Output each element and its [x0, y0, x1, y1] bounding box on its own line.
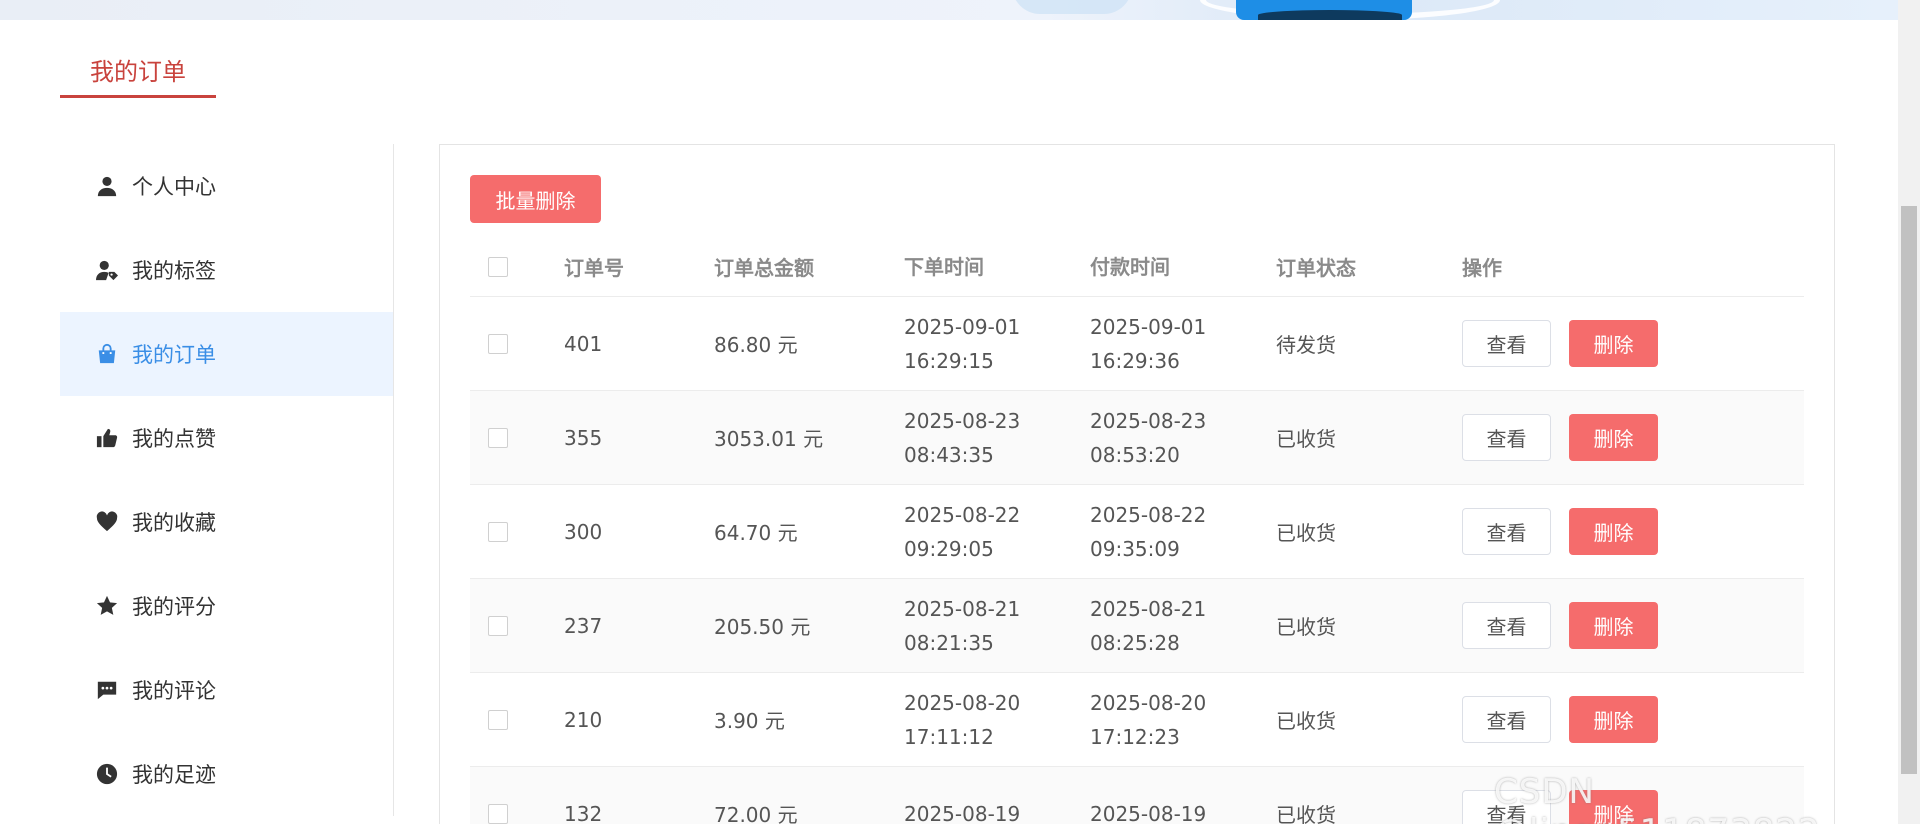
- page-tab-underline: [60, 95, 216, 98]
- view-button[interactable]: 查看: [1462, 508, 1551, 555]
- shopping-bag-icon: [96, 343, 118, 365]
- order-amount: 205.50 元: [714, 615, 811, 639]
- banner-decoration: [1258, 10, 1402, 20]
- sidebar-item-my-footprints[interactable]: 我的足迹: [60, 732, 393, 816]
- orders-panel: 批量删除 订单号 订单总金额 下单时间 付款时间 订单状态 操作 401 86.…: [439, 144, 1835, 824]
- pay-time: 2025-08-23 08:53:20: [1090, 408, 1207, 467]
- order-id: 401: [564, 331, 603, 356]
- top-banner: [0, 0, 1898, 20]
- header-pay-time: 付款时间: [1090, 254, 1170, 279]
- sidebar-item-label: 我的足迹: [132, 763, 216, 787]
- row-checkbox[interactable]: [488, 803, 508, 824]
- sidebar-item-label: 我的点赞: [132, 427, 216, 451]
- row-checkbox[interactable]: [488, 615, 508, 636]
- view-button[interactable]: 查看: [1462, 414, 1551, 461]
- order-time: 2025-08-22 09:29:05: [904, 502, 1021, 561]
- user-tag-icon: [96, 259, 118, 281]
- row-checkbox[interactable]: [488, 709, 508, 730]
- order-id: 237: [564, 613, 603, 638]
- heart-icon: [96, 511, 118, 533]
- comment-icon: [96, 679, 118, 701]
- page-tab-label: 我的订单: [90, 58, 186, 86]
- order-id: 355: [564, 425, 603, 450]
- order-time: 2025-08-23 08:43:35: [904, 408, 1021, 467]
- order-id: 300: [564, 519, 603, 544]
- select-all-checkbox[interactable]: [488, 256, 508, 277]
- sidebar-item-my-likes[interactable]: 我的点赞: [60, 396, 393, 480]
- pay-time: 2025-08-22 09:35:09: [1090, 502, 1207, 561]
- sidebar-item-label: 我的订单: [132, 343, 216, 367]
- table-header: 订单号 订单总金额 下单时间 付款时间 订单状态 操作: [470, 237, 1804, 297]
- thumbs-up-icon: [96, 427, 118, 449]
- pay-time: 2025-08-19: [1090, 801, 1207, 824]
- sidebar-item-my-ratings[interactable]: 我的评分: [60, 564, 393, 648]
- order-status: 已收货: [1276, 427, 1336, 451]
- order-id: 210: [564, 707, 603, 732]
- row-checkbox[interactable]: [488, 333, 508, 354]
- sidebar-item-label: 我的标签: [132, 259, 216, 283]
- order-amount: 3053.01 元: [714, 427, 824, 451]
- delete-button[interactable]: 删除: [1569, 602, 1658, 649]
- order-time: 2025-08-20 17:11:12: [904, 690, 1021, 749]
- sidebar-item-my-favorites[interactable]: 我的收藏: [60, 480, 393, 564]
- page-tab-my-orders[interactable]: 我的订单: [60, 48, 216, 98]
- pay-time: 2025-08-20 17:12:23: [1090, 690, 1207, 749]
- delete-button[interactable]: 删除: [1569, 414, 1658, 461]
- banner-decoration: [1012, 0, 1132, 14]
- table-row: 401 86.80 元 2025-09-01 16:29:15 2025-09-0…: [470, 297, 1804, 391]
- delete-button[interactable]: 删除: [1569, 508, 1658, 555]
- clock-icon: [96, 763, 118, 785]
- order-amount: 72.00 元: [714, 803, 798, 824]
- order-amount: 3.90 元: [714, 709, 785, 733]
- sidebar-item-my-orders[interactable]: 我的订单: [60, 312, 393, 396]
- delete-button[interactable]: 删除: [1569, 696, 1658, 743]
- scrollbar-thumb[interactable]: [1901, 206, 1917, 774]
- order-amount: 86.80 元: [714, 333, 798, 357]
- view-button[interactable]: 查看: [1462, 320, 1551, 367]
- order-time: 2025-08-19: [904, 801, 1021, 824]
- orders-table: 订单号 订单总金额 下单时间 付款时间 订单状态 操作 401 86.80 元 …: [470, 237, 1804, 824]
- header-status: 订单状态: [1276, 256, 1356, 280]
- pay-time: 2025-08-21 08:25:28: [1090, 596, 1207, 655]
- order-status: 待发货: [1276, 333, 1336, 357]
- row-checkbox[interactable]: [488, 521, 508, 542]
- order-status: 已收货: [1276, 521, 1336, 545]
- sidebar-item-my-comments[interactable]: 我的评论: [60, 648, 393, 732]
- batch-delete-button[interactable]: 批量删除: [470, 175, 601, 223]
- star-icon: [96, 595, 118, 617]
- sidebar-item-label: 我的评论: [132, 679, 216, 703]
- table-row: 210 3.90 元 2025-08-20 17:11:12 2025-08-20…: [470, 673, 1804, 767]
- order-id: 132: [564, 801, 603, 824]
- sidebar: 个人中心 我的标签 我的订单 我的点赞 我的收藏 我的评分 我的评论 我的足迹: [60, 144, 394, 816]
- pay-time: 2025-09-01 16:29:36: [1090, 314, 1207, 373]
- view-button[interactable]: 查看: [1462, 696, 1551, 743]
- order-status: 已收货: [1276, 709, 1336, 733]
- view-button[interactable]: 查看: [1462, 602, 1551, 649]
- sidebar-item-my-tags[interactable]: 我的标签: [60, 228, 393, 312]
- row-checkbox[interactable]: [488, 427, 508, 448]
- user-icon: [96, 175, 118, 197]
- order-status: 已收货: [1276, 803, 1336, 824]
- header-actions: 操作: [1462, 256, 1502, 280]
- watermark: CSDN @linge511873822: [1494, 772, 1820, 824]
- page-scrollbar[interactable]: [1898, 0, 1920, 824]
- header-order-time: 下单时间: [904, 254, 984, 279]
- table-row: 237 205.50 元 2025-08-21 08:21:35 2025-08-…: [470, 579, 1804, 673]
- table-row: 355 3053.01 元 2025-08-23 08:43:35 2025-08…: [470, 391, 1804, 485]
- header-amount: 订单总金额: [714, 256, 814, 280]
- header-order-id: 订单号: [564, 256, 624, 280]
- sidebar-item-label: 我的收藏: [132, 511, 216, 535]
- order-time: 2025-09-01 16:29:15: [904, 314, 1021, 373]
- order-amount: 64.70 元: [714, 521, 798, 545]
- sidebar-item-label: 我的评分: [132, 595, 216, 619]
- sidebar-item-personal-center[interactable]: 个人中心: [60, 144, 393, 228]
- delete-button[interactable]: 删除: [1569, 320, 1658, 367]
- sidebar-item-label: 个人中心: [132, 175, 216, 199]
- order-time: 2025-08-21 08:21:35: [904, 596, 1021, 655]
- order-status: 已收货: [1276, 615, 1336, 639]
- table-row: 300 64.70 元 2025-08-22 09:29:05 2025-08-2…: [470, 485, 1804, 579]
